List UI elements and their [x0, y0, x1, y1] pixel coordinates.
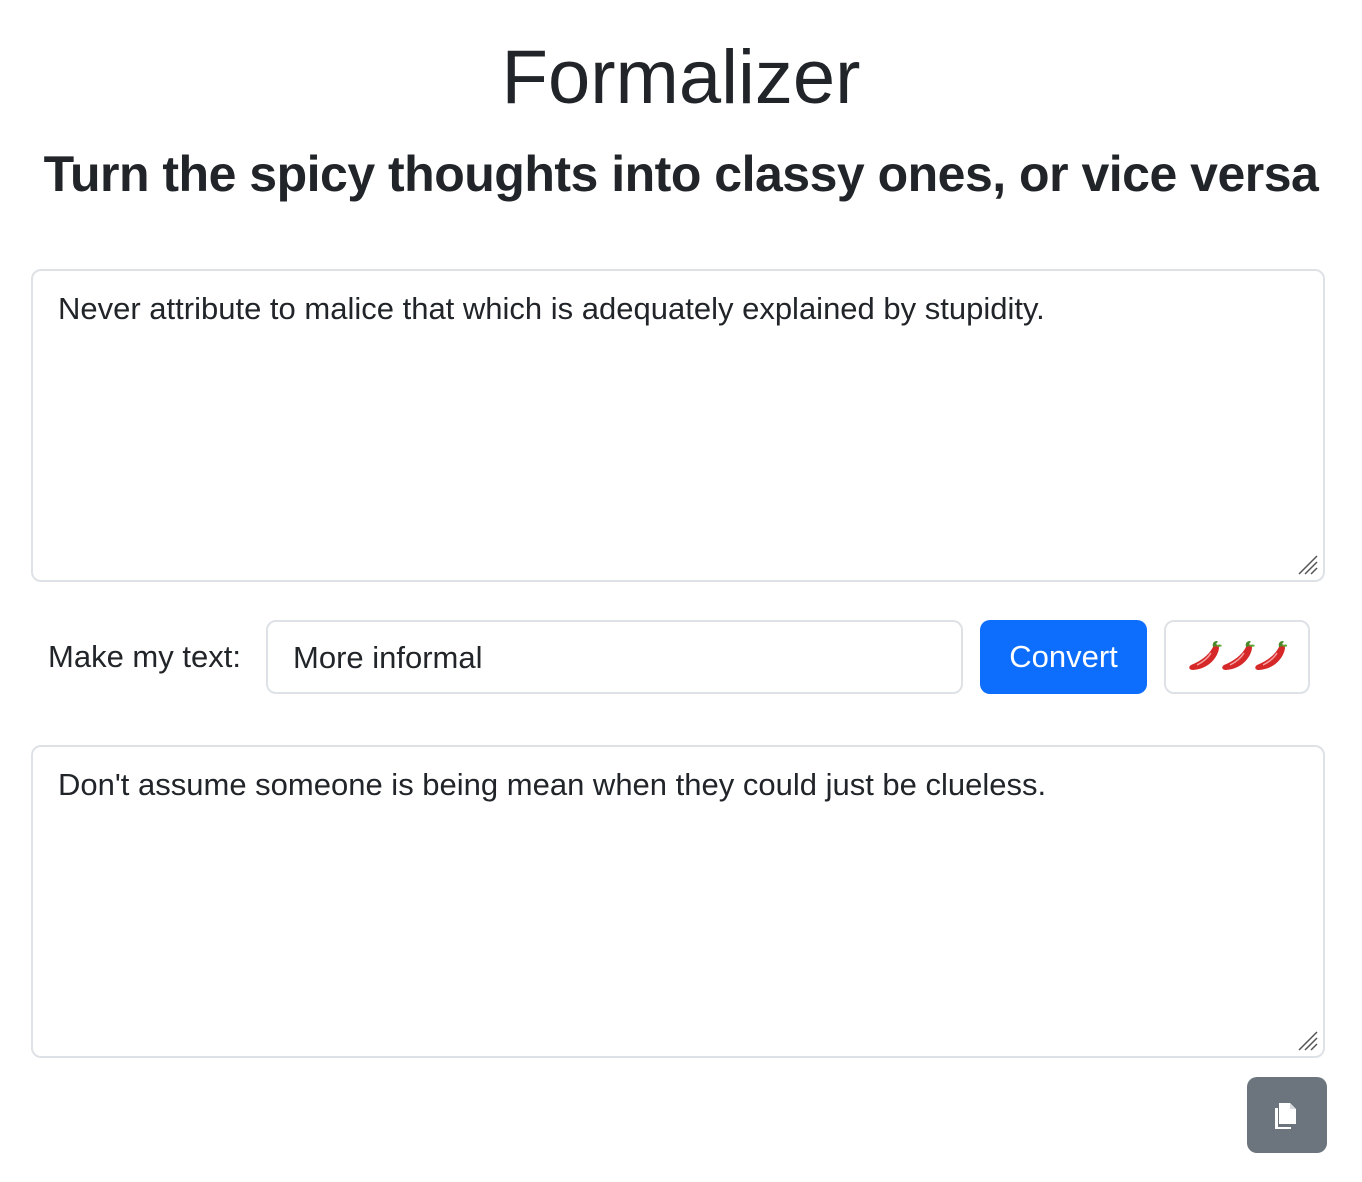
input-textarea[interactable]: Never attribute to malice that which is …: [31, 269, 1325, 582]
style-select-value: More informal: [293, 640, 483, 675]
convert-button[interactable]: Convert: [980, 620, 1147, 694]
output-text: Don't assume someone is being mean when …: [58, 767, 1047, 802]
make-my-text-label: Make my text:: [48, 639, 241, 674]
page-subtitle: Turn the spicy thoughts into classy ones…: [43, 146, 1319, 202]
resize-handle-icon[interactable]: [1295, 552, 1319, 576]
input-text: Never attribute to malice that which is …: [58, 291, 1045, 326]
copy-icon: [1275, 1103, 1296, 1129]
output-textarea[interactable]: Don't assume someone is being mean when …: [31, 745, 1325, 1058]
resize-handle-icon[interactable]: [1295, 1028, 1319, 1052]
copy-button[interactable]: [1247, 1077, 1327, 1153]
chili-pepper-icon: [1189, 640, 1287, 671]
formalizer-page: Formalizer Turn the spicy thoughts into …: [0, 0, 1362, 1182]
spice-level-button[interactable]: [1164, 620, 1310, 694]
style-select[interactable]: More informal: [266, 620, 963, 694]
page-title: Formalizer: [501, 35, 861, 120]
